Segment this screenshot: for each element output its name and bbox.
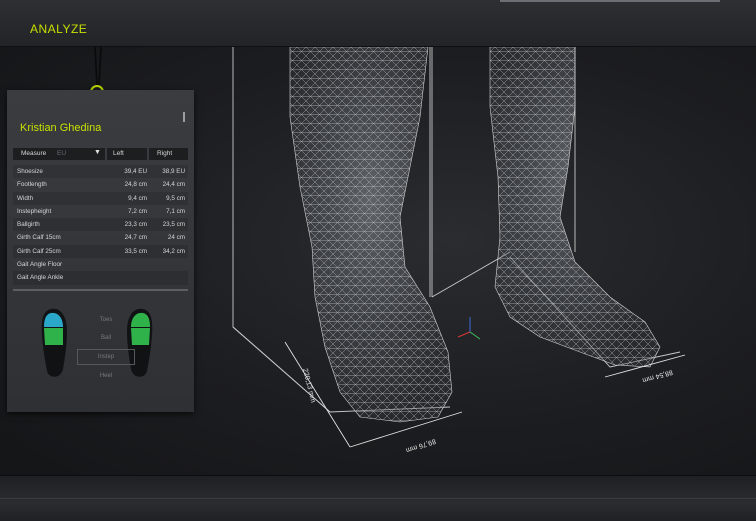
left-column-header: Left [107,148,147,160]
table-row: Width 9,4 cm 9,5 cm [13,191,188,205]
right-width-dimension: 88,54 mm [641,368,673,383]
table-row: Footlength 24,8 cm 24,4 cm [17,181,185,189]
zone-ball[interactable]: Ball [77,329,135,347]
axis-gizmo-icon [457,317,481,340]
zone-labels: Toes Ball Instep Heel [77,311,135,385]
table-row: Girth Calf 25cm 33,5 cm 34,2 cm [13,244,188,259]
measurement-panel: Kristian Ghedina Measure EU ▼ Left Right… [7,90,194,412]
top-highlight [500,0,720,2]
user-name: Kristian Ghedina [20,122,102,134]
right-column-header: Right [149,148,188,160]
top-bar: ANALYZE [0,0,756,47]
measurement-rows: Shoesize 39,4 EU 38,9 EU Footlength 24,8 cm… [13,165,188,285]
panel-scroll-handle[interactable] [183,112,185,122]
bottom-strip [0,498,756,499]
table-row: Instepheight 7,2 cm 7,1 cm [17,207,185,215]
left-foot-mesh [289,47,453,423]
table-row: Ballgirth 23,3 cm 23,5 cm [13,218,188,232]
zone-instep[interactable]: Instep [77,349,135,365]
left-footprint-icon[interactable] [41,308,67,377]
bottom-bar [0,475,756,521]
table-row: Shoesize 39,4 EU 38,9 EU [13,165,188,179]
table-row: Girth Calf 15cm 24,7 cm 24 cm [17,234,185,242]
measure-unit-select[interactable]: Measure EU ▼ [13,148,105,160]
left-width-dimension: 89,76 mm [405,437,437,453]
app-title: ANALYZE [30,22,88,36]
left-height-dimension: 220,13 mm [301,368,316,404]
dropdown-arrow-icon: ▼ [94,149,101,156]
unit-value: EU [57,150,67,157]
panel-divider [13,289,188,291]
table-row: Gait Angle Floor [17,261,63,269]
measure-label: Measure [21,150,47,157]
measurement-table-header: Measure EU ▼ Left Right [13,148,188,160]
panel-hanger-icon [94,47,102,86]
zone-heel[interactable]: Heel [77,367,135,385]
table-row: Gait Angle Ankle [13,271,188,285]
zone-toes[interactable]: Toes [77,311,135,329]
